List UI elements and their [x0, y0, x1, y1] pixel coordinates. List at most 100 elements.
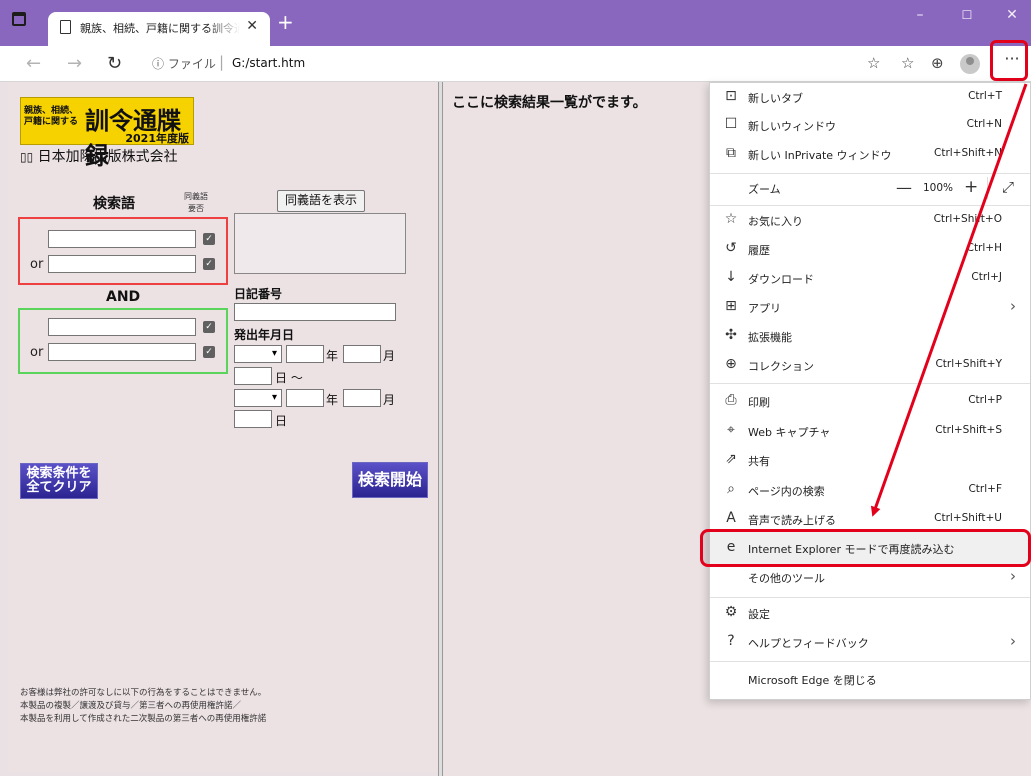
forward-icon[interactable]: →	[67, 53, 82, 74]
year-input-from[interactable]	[286, 345, 324, 363]
clear-conditions-button[interactable]: 検索条件を 全てクリア	[20, 463, 98, 499]
chevron-down-icon: ▾	[271, 348, 277, 359]
keyword-input-4[interactable]	[48, 343, 196, 361]
tab-close-icon[interactable]: ✕	[246, 18, 258, 34]
menu-item-downloads[interactable]: ↓ ダウンロード Ctrl+J	[710, 264, 1030, 293]
menu-item-zoom: ズーム — 100% + ⤢	[748, 177, 1015, 199]
address-bar: ← → ↻ ⓘ ファイル | G:/start.htm ☆ ☆ ⊕	[0, 46, 1031, 82]
start-search-button[interactable]: 検索開始	[352, 462, 428, 498]
day-unit: 日	[275, 414, 288, 428]
url-separator: |	[219, 53, 225, 71]
logo-edition: 2021年度版	[125, 132, 189, 145]
menu-item-more-tools[interactable]: その他のツール ›	[710, 563, 1030, 592]
diary-number-input[interactable]	[234, 303, 396, 321]
profile-avatar[interactable]	[960, 54, 980, 74]
highlight-box-ie-mode	[700, 529, 1031, 567]
minimize-icon[interactable]: –	[905, 7, 935, 23]
year-unit: 年	[326, 349, 339, 363]
synonym-checkbox-4[interactable]: ✓	[203, 346, 215, 358]
menu-item-favorites[interactable]: ☆ お気に入り Ctrl+Shift+O	[710, 206, 1030, 235]
chevron-right-icon: ›	[1010, 297, 1016, 315]
new-tab-icon[interactable]: +	[277, 10, 294, 34]
back-icon[interactable]: ←	[26, 53, 41, 74]
web-capture-icon: ⌖	[727, 422, 735, 438]
or-label: or	[30, 345, 44, 360]
synonym-textarea[interactable]	[234, 213, 406, 274]
close-window-icon[interactable]: ✕	[997, 7, 1027, 23]
menu-item-close-edge[interactable]: Microsoft Edge を閉じる	[710, 665, 1030, 694]
day-input-from[interactable]	[234, 367, 272, 385]
zoom-in-icon[interactable]: +	[964, 177, 978, 197]
refresh-icon[interactable]: ↻	[107, 53, 122, 74]
month-input-from[interactable]	[343, 345, 381, 363]
logo-subtitle: 親族、相続、 戸籍に関する	[24, 106, 79, 127]
day-unit: 日 〜	[275, 371, 303, 385]
year-unit: 年	[326, 393, 339, 407]
menu-item-web-capture[interactable]: ⌖ Web キャプチャ Ctrl+Shift+S	[710, 417, 1030, 446]
menu-separator	[987, 177, 988, 199]
menu-item-history[interactable]: ↺ 履歴 Ctrl+H	[710, 235, 1030, 264]
add-favorite-icon[interactable]: ☆	[867, 54, 880, 72]
menu-item-collections[interactable]: ⊕ コレクション Ctrl+Shift+Y	[710, 351, 1030, 380]
page-icon	[60, 20, 71, 34]
keyword-input-1[interactable]	[48, 230, 196, 248]
settings-icon: ⚙	[724, 604, 738, 620]
results-heading: ここに検索結果一覧がでます。	[452, 95, 647, 111]
share-icon: ⇗	[725, 451, 737, 467]
menu-item-apps[interactable]: ⊞ アプリ ›	[710, 293, 1030, 322]
menu-item-new-tab[interactable]: ⊡ 新しいタブ Ctrl+T	[710, 83, 1030, 112]
favorites-bar-icon[interactable]: ☆	[901, 54, 914, 72]
find-icon: ⌕	[727, 481, 735, 497]
keyword-input-3[interactable]	[48, 318, 196, 336]
keyword-group-1	[18, 217, 228, 285]
site-info[interactable]: ⓘ ファイル	[152, 55, 216, 72]
menu-item-extensions[interactable]: ✣ 拡張機能	[710, 322, 1030, 351]
collections-icon[interactable]: ⊕	[931, 54, 944, 72]
month-input-to[interactable]	[343, 389, 381, 407]
chevron-right-icon: ›	[1010, 632, 1016, 650]
product-logo: 親族、相続、 戸籍に関する 訓令通牒録 2021年度版	[20, 97, 194, 170]
era-select-from[interactable]: ▾	[234, 345, 282, 363]
extensions-icon: ✣	[725, 327, 737, 343]
synonym-note: 同義語 要否	[184, 192, 208, 213]
synonym-checkbox-2[interactable]: ✓	[203, 258, 215, 270]
chevron-down-icon: ▾	[271, 392, 277, 403]
month-unit: 月	[383, 393, 396, 407]
zoom-value: 100%	[923, 182, 954, 194]
history-icon: ↺	[725, 240, 737, 256]
keyword-input-2[interactable]	[48, 255, 196, 273]
or-label: or	[30, 257, 44, 272]
settings-menu: ⊡ 新しいタブ Ctrl+T ☐ 新しいウィンドウ Ctrl+N ⧉ 新しい InP…	[709, 82, 1031, 700]
apps-icon: ⊞	[725, 298, 737, 314]
download-icon: ↓	[725, 269, 737, 285]
help-icon: ?	[727, 633, 735, 649]
menu-item-find[interactable]: ⌕ ページ内の検索 Ctrl+F	[710, 476, 1030, 505]
publisher-logo-icon: ▯▯	[20, 150, 34, 164]
title-bar: 親族、相続、戸籍に関する訓令通牒録 ✕ + – ☐ ✕	[0, 0, 1031, 46]
show-synonyms-button[interactable]: 同義語を表示	[277, 190, 365, 212]
menu-separator	[710, 661, 1030, 662]
fullscreen-icon[interactable]: ⤢	[1002, 178, 1014, 196]
tab-title: 親族、相続、戸籍に関する訓令通牒録	[80, 22, 240, 35]
inprivate-icon: ⧉	[726, 145, 736, 161]
menu-item-settings[interactable]: ⚙ 設定	[710, 599, 1030, 628]
menu-separator	[710, 597, 1030, 598]
menu-item-share[interactable]: ⇗ 共有	[710, 446, 1030, 475]
browser-tab[interactable]: 親族、相続、戸籍に関する訓令通牒録 ✕	[48, 12, 270, 46]
menu-item-help[interactable]: ? ヘルプとフィードバック ›	[710, 628, 1030, 657]
url-text[interactable]: G:/start.htm	[232, 56, 305, 70]
frame-divider[interactable]	[438, 82, 443, 776]
era-select-to[interactable]: ▾	[234, 389, 282, 407]
menu-item-print[interactable]: ⎙ 印刷 Ctrl+P	[710, 387, 1030, 416]
menu-item-inprivate[interactable]: ⧉ 新しい InPrivate ウィンドウ Ctrl+Shift+N	[710, 140, 1030, 169]
chevron-right-icon: ›	[1010, 567, 1016, 585]
zoom-out-icon[interactable]: —	[896, 178, 912, 197]
day-input-to[interactable]	[234, 410, 272, 428]
maximize-icon[interactable]: ☐	[952, 8, 982, 22]
synonym-checkbox-3[interactable]: ✓	[203, 321, 215, 333]
keyword-label: 検索語	[93, 196, 135, 212]
year-input-to[interactable]	[286, 389, 324, 407]
window-icon[interactable]	[12, 12, 26, 26]
menu-item-new-window[interactable]: ☐ 新しいウィンドウ Ctrl+N	[710, 111, 1030, 140]
synonym-checkbox-1[interactable]: ✓	[203, 233, 215, 245]
